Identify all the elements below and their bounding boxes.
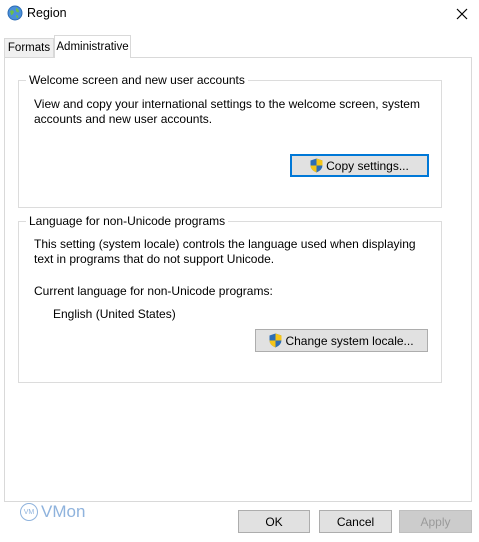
copy-settings-button[interactable]: Copy settings...: [290, 154, 429, 177]
tab-formats[interactable]: Formats: [4, 38, 54, 57]
change-system-locale-label: Change system locale...: [285, 333, 414, 348]
change-system-locale-button[interactable]: Change system locale...: [255, 329, 428, 352]
non-unicode-group: Language for non-Unicode programs This s…: [18, 214, 442, 383]
ok-button[interactable]: OK: [238, 510, 310, 533]
copy-settings-label: Copy settings...: [326, 158, 409, 173]
watermark: VM VMon: [20, 502, 85, 522]
close-icon: [456, 8, 468, 19]
watermark-text: VMon: [41, 502, 86, 521]
unicode-description-line1: This setting (system locale) controls th…: [34, 237, 416, 251]
welcome-description-line2: accounts and new user accounts.: [34, 112, 213, 126]
welcome-description-line1: View and copy your international setting…: [34, 97, 420, 111]
tab-panel-administrative: Welcome screen and new user accounts Vie…: [4, 57, 472, 502]
non-unicode-group-title: Language for non-Unicode programs: [26, 214, 229, 228]
globe-icon: [7, 5, 23, 21]
watermark-badge: VM: [20, 503, 38, 521]
unicode-description-line2: text in programs that do not support Uni…: [34, 252, 275, 266]
apply-button[interactable]: Apply: [399, 510, 472, 533]
welcome-screen-group: Welcome screen and new user accounts Vie…: [18, 73, 442, 208]
cancel-button[interactable]: Cancel: [319, 510, 392, 533]
tab-administrative[interactable]: Administrative: [54, 35, 131, 58]
current-language-label: Current language for non-Unicode program…: [34, 284, 273, 298]
window-title: Region: [27, 6, 67, 20]
title-bar: Region: [0, 0, 479, 27]
shield-icon: [310, 158, 323, 173]
shield-icon: [269, 333, 282, 348]
welcome-group-title: Welcome screen and new user accounts: [26, 73, 248, 87]
current-language-value: English (United States): [53, 307, 176, 321]
close-button[interactable]: [445, 0, 479, 27]
